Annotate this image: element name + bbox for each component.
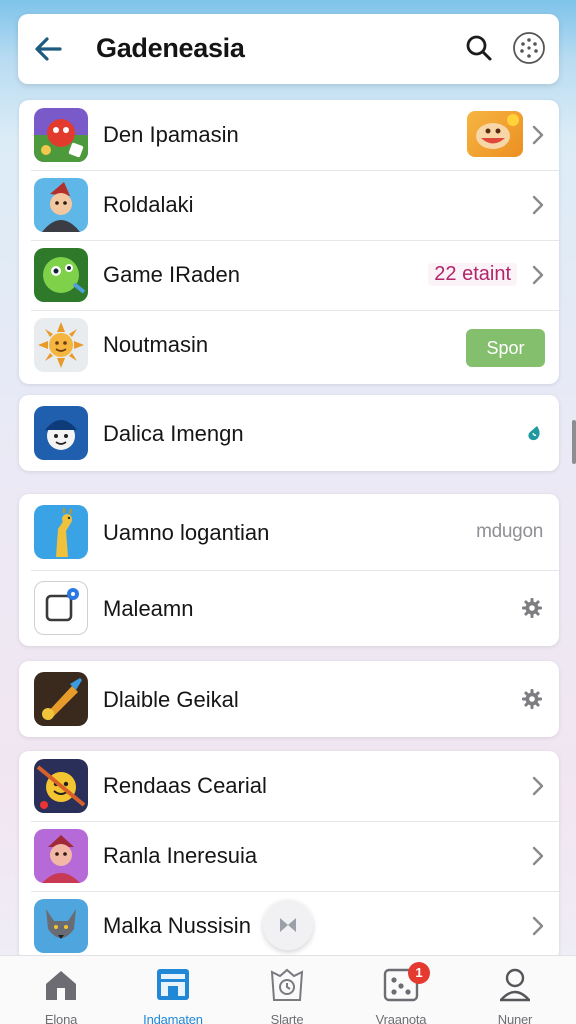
list-item-label: Roldalakі (103, 192, 194, 217)
list-item-label: Malka Nussisin (103, 913, 251, 938)
list-item[interactable]: Game IRaden 22 etaint (19, 240, 559, 310)
scrollbar-indicator[interactable] (572, 420, 576, 464)
wolf-app-icon (34, 899, 88, 953)
list-item-label: Ranla Ineresuia (103, 843, 258, 868)
store-icon (157, 969, 189, 1000)
frame-app-icon (34, 581, 88, 635)
dots-circle-icon (513, 32, 545, 64)
tab-home[interactable]: Elona (16, 962, 106, 1024)
tab-label: Indamaten (143, 1012, 203, 1024)
list-item[interactable]: Dlaible Geikal (19, 661, 559, 737)
list-item-label: Noutmasin (103, 332, 209, 357)
tab-label: Vraanota (375, 1012, 427, 1024)
secondary-text: mdugon (476, 521, 543, 542)
list-item-label: Maleamn (103, 596, 194, 621)
giraffe-app-icon (34, 505, 88, 559)
home-icon (46, 971, 76, 1000)
count-text: 22 etaint (428, 263, 517, 286)
app-header: Gadeneasia (18, 14, 559, 84)
settings-group: Den Ipamasin Roldalakі Game IRaden 22 et… (19, 100, 559, 384)
tab-slarte[interactable]: Slarte (242, 962, 332, 1024)
list-item[interactable]: Noutmasin Spor (19, 310, 559, 380)
list-item[interactable]: Maleamn (19, 570, 559, 646)
tab-label: Slarte (270, 1012, 304, 1024)
settings-group: Uamno logantian mdugon Maleamn (19, 494, 559, 646)
notification-badge: 1 (408, 962, 430, 984)
floating-action-button[interactable] (263, 900, 313, 950)
list-item[interactable]: Den Ipamasin (19, 100, 559, 170)
tab-profile[interactable]: Nuner (470, 962, 560, 1024)
back-button[interactable] (30, 31, 66, 67)
bowtie-icon (280, 918, 296, 932)
list-item-label: Den Ipamasin (103, 122, 239, 147)
tab-vraanota[interactable]: 1 Vraanota (356, 962, 446, 1024)
helmet-app-icon (34, 406, 88, 460)
list-item-label: Dlaible Geikal (103, 687, 239, 712)
teal-drop-icon (528, 426, 540, 441)
arrow-left-icon (35, 37, 62, 61)
settings-group: Dlaible Geikal (19, 661, 559, 737)
list-item[interactable]: Rendaas Cearial (19, 751, 559, 821)
settings-group: Dalica Imengn (19, 395, 559, 471)
list-item[interactable]: Uamno logantian mdugon (19, 494, 559, 570)
chevron-right-icon (532, 265, 544, 285)
chevron-right-icon (532, 195, 544, 215)
list-item-label: Rendaas Cearial (103, 773, 267, 798)
app-badge-icon (467, 111, 523, 157)
pink-character-app-icon (34, 829, 88, 883)
user-icon (500, 968, 530, 1002)
list-item-label: Dalica Imengn (103, 421, 244, 446)
yellow-face-app-icon (34, 759, 88, 813)
search-button[interactable] (461, 30, 497, 66)
brush-app-icon (34, 672, 88, 726)
chevron-right-icon (532, 916, 544, 936)
gear-icon (522, 598, 542, 618)
chevron-right-icon (532, 125, 544, 145)
green-creature-app-icon (34, 248, 88, 302)
red-creature-app-icon (34, 108, 88, 162)
list-item[interactable]: Dalica Imengn (19, 395, 559, 471)
tab-label: Nuner (497, 1012, 533, 1024)
list-item-label: Game IRaden (103, 262, 240, 287)
chevron-right-icon (532, 846, 544, 866)
gear-icon (522, 689, 542, 709)
character-app-icon (34, 178, 88, 232)
clock-bag-icon (270, 968, 304, 1001)
list-item[interactable]: Roldalakі (19, 170, 559, 240)
list-item-label: Uamno logantian (103, 520, 270, 545)
page-title: Gadeneasia (96, 33, 245, 63)
chevron-right-icon (532, 776, 544, 796)
sun-app-icon (34, 318, 88, 372)
bottom-tab-bar: Elona Indamaten Slarte 1 Vraanota Nuner (0, 955, 576, 1024)
more-options-button[interactable] (510, 29, 548, 67)
search-icon (466, 35, 492, 61)
spor-button[interactable]: Spor (466, 329, 545, 367)
tab-store[interactable]: Indamaten (128, 962, 218, 1024)
list-item[interactable]: Ranla Ineresuia (19, 821, 559, 891)
tab-label: Elona (44, 1012, 78, 1024)
